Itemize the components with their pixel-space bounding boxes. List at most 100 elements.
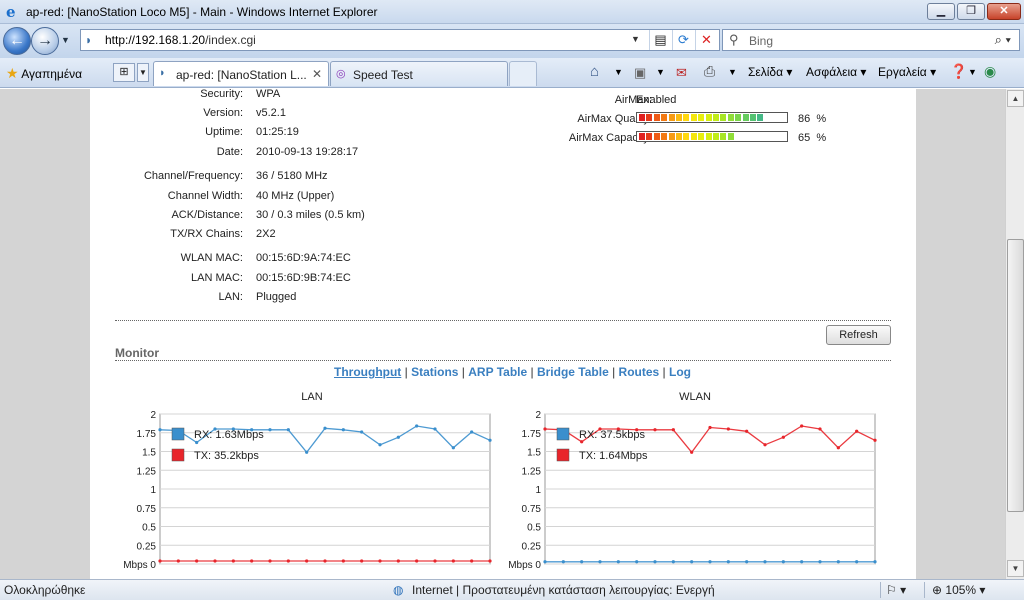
data-point [745,429,749,433]
refresh-icon[interactable]: ⟳ [672,30,694,50]
feeds-icon[interactable]: ▣ [634,65,646,81]
history-dropdown-icon[interactable]: ▼ [61,35,71,45]
data-point [341,559,345,563]
tab-separator: | [401,365,412,379]
page-right-margin [916,89,1005,579]
bar-segment [698,114,705,121]
url-dropdown-icon[interactable]: ▼ [631,34,640,44]
forward-button[interactable]: → [31,27,59,55]
tab-close-icon[interactable]: ✕ [312,67,322,81]
y-tick-label: 2 [150,410,156,421]
mail-icon[interactable]: ✉ [676,65,687,81]
y-tick-label: Mbps 0 [508,560,541,571]
page-menu[interactable]: Σελίδα ▾ [748,65,792,79]
y-tick-label: 0.25 [522,541,542,552]
info-value: 2X2 [256,228,276,240]
vertical-scrollbar[interactable]: ▲ ▼ [1005,89,1024,579]
print-dropdown-icon[interactable]: ▼ [728,67,737,77]
monitor-tab-log[interactable]: Log [669,365,691,379]
legend-swatch [556,427,570,441]
data-point [836,446,840,450]
scroll-down-icon[interactable]: ▼ [1007,560,1024,577]
page-left-margin [0,89,90,579]
monitor-tab-bridge-table[interactable]: Bridge Table [537,365,609,379]
y-tick-label: 0.75 [137,504,157,515]
tab-list-dropdown-icon[interactable]: ▼ [137,63,149,82]
compatibility-view-icon[interactable]: ▤ [649,30,671,50]
data-point [873,560,877,564]
research-icon[interactable]: ◉ [984,63,996,80]
stop-icon[interactable]: ✕ [695,30,717,50]
monitor-tab-arp-table[interactable]: ARP Table [468,365,527,379]
bar-segment [765,133,771,140]
data-point [873,438,877,442]
url-input[interactable]: ◗ http://192.168.1.20/index.cgi ▼ ▤ ⟳ ✕ [80,29,720,51]
window-title: ap-red: [NanoStation Loco M5] - Main - W… [26,5,378,19]
scroll-thumb[interactable] [1007,239,1024,512]
info-value: 36 / 5180 MHz [256,170,328,182]
data-point [415,424,419,428]
y-tick-label: 1 [535,485,541,496]
tab-speed-test[interactable]: ◎ Speed Test [330,61,508,86]
data-point [231,559,235,563]
wlan-throughput-chart: Mbps 0 0.25 0.5 0.75 1 1.25 1.5 1.75 2 RX: 37.5kb… [508,410,877,571]
info-value: v5.2.1 [256,107,286,119]
data-point [396,559,400,563]
bar-segment [750,133,756,140]
help-dropdown-icon[interactable]: ▼ [968,67,977,77]
bar-segment [765,114,771,121]
data-point [360,430,364,434]
bar-segment [720,133,727,140]
bar-segment [690,133,697,140]
close-window-button[interactable]: ✕ [987,3,1021,20]
monitor-tab-stations[interactable]: Stations [411,365,458,379]
lan-throughput-chart: Mbps 0 0.25 0.5 0.75 1 1.25 1.5 1.75 2 RX: 1.63Mb… [123,410,492,571]
search-go-icon[interactable]: ⌕ ▾ [995,32,1011,48]
tools-menu[interactable]: Εργαλεία ▾ [878,65,936,79]
bar-segment [772,114,778,121]
page-content: Security: WPA Version: v5.2.1 Uptime: 01:25:1… [90,89,916,579]
airmax-capacity-bar [636,131,788,142]
scroll-up-icon[interactable]: ▲ [1007,90,1024,107]
favorites-button[interactable]: ★ Αγαπημένα [6,65,82,82]
refresh-button[interactable]: Refresh [826,325,891,345]
page-tab-icon: ◗ [159,67,166,79]
back-button[interactable]: ← [3,27,31,55]
search-input[interactable]: ⚲ Bing ⌕ ▾ [722,29,1020,51]
data-point [726,560,730,564]
new-tab-button[interactable] [509,61,537,86]
forward-arrow-icon: → [37,32,53,49]
maximize-button[interactable]: ❐ [957,3,985,20]
minimize-button[interactable]: ▁ [927,3,955,20]
data-point [781,560,785,564]
data-point [470,430,474,434]
legend-swatch [171,427,185,441]
security-zone-text[interactable]: Internet | Προστατευμένη κατάσταση λειτο… [412,583,715,597]
info-value: 01:25:19 [256,126,299,138]
data-point [488,559,492,563]
monitor-tab-routes[interactable]: Routes [619,365,660,379]
data-point [781,435,785,439]
print-icon[interactable]: ⎙ [704,63,715,80]
quick-tabs-button[interactable]: ⊞ [113,63,135,82]
home-dropdown-icon[interactable]: ▼ [614,67,623,77]
home-icon[interactable]: ⌂ [590,63,599,80]
data-point [745,560,749,564]
safety-menu[interactable]: Ασφάλεια ▾ [806,65,866,79]
info-value: 30 / 0.3 miles (0.5 km) [256,209,365,221]
bar-segment [727,133,734,140]
info-value: WPA [256,89,281,100]
monitor-tab-throughput[interactable]: Throughput [334,365,401,379]
bar-segment [676,133,682,140]
zoom-control[interactable]: ⊕ 105% ▾ [932,583,985,597]
section-divider [115,320,891,321]
protected-mode-icon[interactable]: ⚐ ▾ [886,583,906,597]
feeds-dropdown-icon[interactable]: ▼ [656,67,665,77]
bar-segment [668,133,675,140]
y-tick-label: Mbps 0 [123,560,156,571]
tab-ap-red[interactable]: ◗ ap-red: [NanoStation L... ✕ [153,61,329,86]
help-icon[interactable]: ❓ [950,63,967,80]
airmax-label: AirMax: [614,94,652,106]
data-point [213,559,217,563]
airmax-quality-bar [636,112,788,123]
